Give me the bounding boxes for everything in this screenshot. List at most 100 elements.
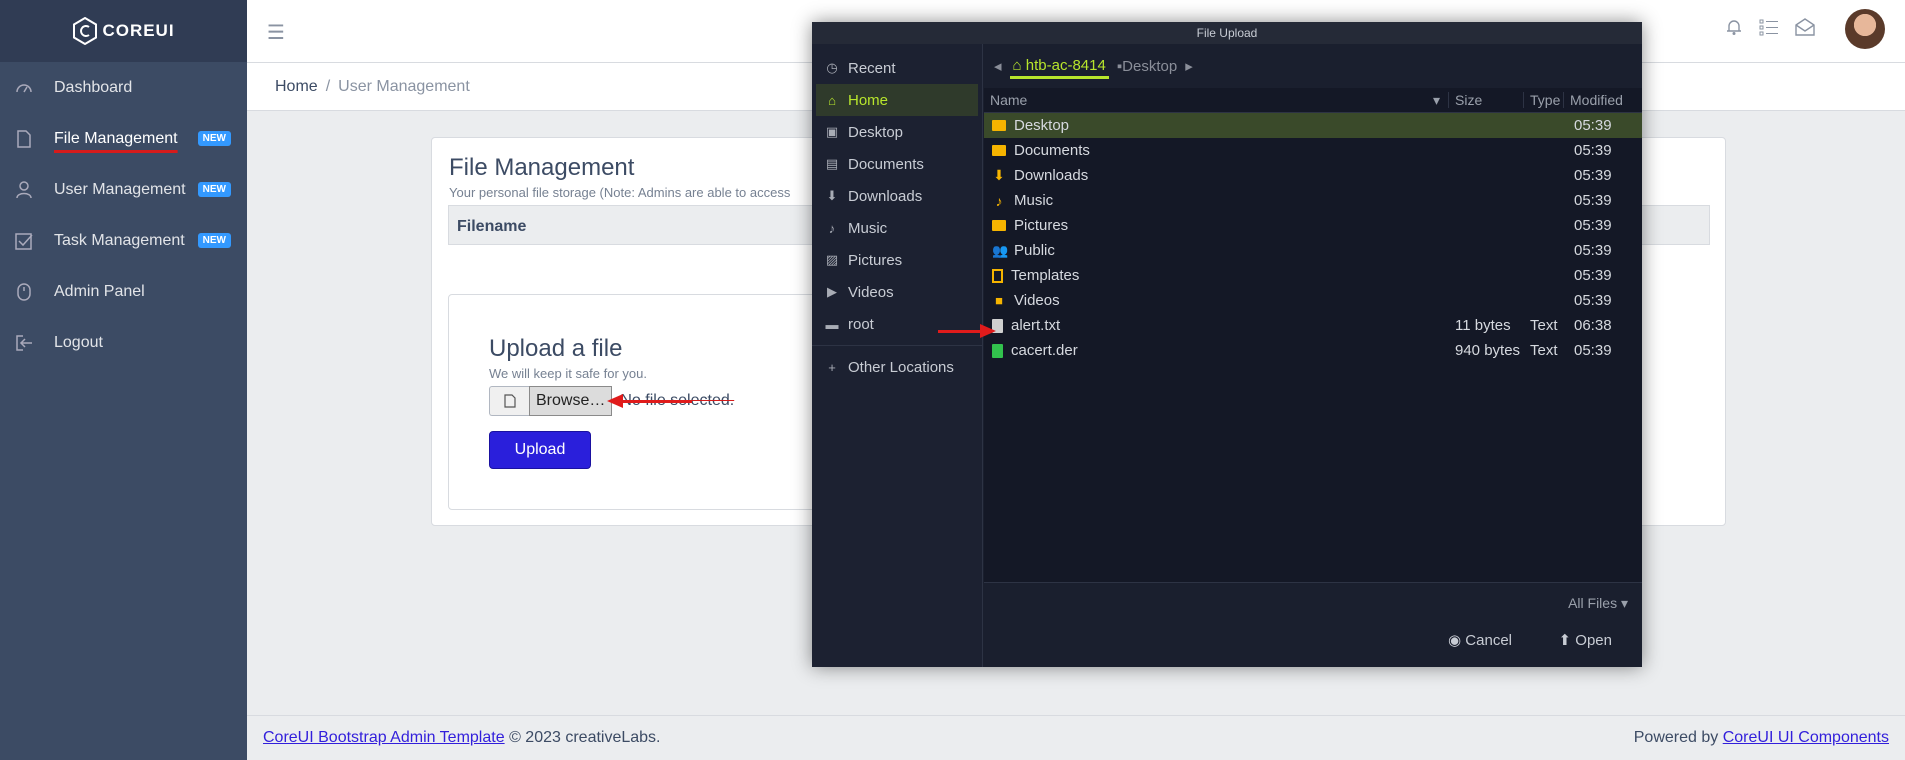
place-home[interactable]: ⌂ Home (816, 84, 978, 116)
file-modified: 05:39 (1574, 267, 1612, 284)
folder-icon (992, 120, 1006, 131)
path-bar: ◂ ⌂ htb-ac-8414 ▪Desktop ▸ (984, 44, 1642, 88)
avatar[interactable] (1845, 9, 1885, 49)
file-modified: 05:39 (1574, 342, 1612, 359)
path-segment-home[interactable]: ⌂ htb-ac-8414 (1009, 53, 1109, 79)
sort-down-icon: ▾ (1432, 92, 1440, 108)
place-label: Downloads (848, 187, 923, 205)
chevron-down-icon: ▾ (1620, 595, 1628, 611)
browse-button[interactable]: Browse… (529, 386, 613, 416)
video-icon: ▶ (827, 284, 837, 299)
place-music[interactable]: ♪ Music (812, 212, 982, 244)
place-label: root (848, 315, 874, 333)
breadcrumb-current: User Management (338, 77, 470, 95)
file-list-header: Name ▾ Size Type Modified (984, 88, 1642, 113)
file-name: alert.txt (1011, 317, 1061, 334)
sidebar-item-user-management[interactable]: User Management NEW (0, 164, 247, 215)
column-size[interactable]: Size (1449, 92, 1524, 108)
place-label: Documents (848, 155, 924, 173)
places-divider (812, 345, 982, 346)
new-badge: NEW (197, 131, 231, 146)
place-label: Pictures (848, 251, 903, 269)
download-icon: ⬇ (826, 188, 838, 203)
file-row[interactable]: ⬇ Downloads 05:39 (984, 163, 1642, 188)
sidebar-item-admin-panel[interactable]: Admin Panel (0, 266, 247, 317)
file-row[interactable]: Templates 05:39 (984, 263, 1642, 288)
file-modified: 05:39 (1574, 192, 1612, 209)
task-icon (14, 231, 34, 251)
file-modified: 05:39 (1574, 167, 1612, 184)
column-name[interactable]: Name ▾ (984, 92, 1449, 108)
open-label: Open (1575, 632, 1612, 649)
cancel-icon: ◉ (1448, 632, 1462, 649)
path-forward-icon[interactable]: ▸ (1185, 57, 1193, 75)
place-documents[interactable]: ▤ Documents (812, 148, 982, 180)
public-folder-icon: 👥 (992, 242, 1009, 258)
upload-button[interactable]: Upload (489, 431, 591, 469)
file-list: Name ▾ Size Type Modified Desktop 05:39 D… (984, 88, 1642, 582)
user-icon (14, 180, 34, 200)
place-label: Recent (848, 59, 896, 77)
file-row[interactable]: ■ Videos 05:39 (984, 288, 1642, 313)
page-title: File Management (449, 154, 635, 181)
breadcrumb-home[interactable]: Home (275, 78, 318, 96)
place-pictures[interactable]: ▨ Pictures (812, 244, 982, 276)
sidebar: COREUI Dashboard File Management NEW Use… (0, 0, 247, 760)
path-back-icon[interactable]: ◂ (994, 57, 1002, 75)
path-desktop-label: Desktop (1122, 57, 1178, 75)
open-button[interactable]: ⬆ Open (1559, 631, 1612, 649)
sidebar-item-label: File Management (54, 129, 178, 147)
folder-icon (992, 145, 1006, 156)
file-icon (14, 129, 34, 149)
file-row[interactable]: Desktop 05:39 (984, 113, 1642, 138)
pictures-folder-icon (992, 220, 1006, 231)
place-downloads[interactable]: ⬇ Downloads (812, 180, 982, 212)
file-name: Public (1014, 242, 1055, 259)
file-row[interactable]: cacert.der 940 bytes Text 05:39 (984, 338, 1642, 363)
bell-icon[interactable] (1725, 18, 1743, 41)
place-root[interactable]: ▬ root (812, 308, 982, 340)
place-recent[interactable]: ◷ Recent (812, 52, 982, 84)
file-row[interactable]: alert.txt 11 bytes Text 06:38 (984, 313, 1642, 338)
place-desktop[interactable]: ▣ Desktop (812, 116, 982, 148)
brand[interactable]: COREUI (0, 0, 247, 62)
mouse-icon (14, 282, 34, 302)
list-icon[interactable] (1759, 18, 1779, 41)
videos-folder-icon: ■ (995, 293, 1003, 308)
hamburger-icon[interactable]: ☰ (267, 20, 285, 45)
place-other-locations[interactable]: + Other Locations (812, 351, 982, 383)
upload-subtitle: We will keep it safe for you. (489, 366, 647, 381)
coreui-template-link[interactable]: CoreUI Bootstrap Admin Template (263, 729, 505, 746)
footer-copyright: © 2023 creativeLabs. (509, 729, 661, 746)
file-filter-select[interactable]: All Files ▾ (1568, 595, 1628, 612)
sidebar-item-logout[interactable]: Logout (0, 317, 247, 368)
place-videos[interactable]: ▶ Videos (812, 276, 982, 308)
cancel-button[interactable]: ◉ Cancel (1448, 631, 1512, 649)
brand-name: COREUI (102, 21, 175, 40)
file-row[interactable]: Documents 05:39 (984, 138, 1642, 163)
column-name-label: Name (990, 92, 1028, 108)
clock-icon: ◷ (826, 60, 838, 75)
file-modified: 06:38 (1574, 317, 1612, 334)
envelope-icon[interactable] (1795, 18, 1815, 41)
music-icon: ♪ (828, 220, 836, 236)
sidebar-item-label: Task Management (54, 231, 185, 249)
column-modified[interactable]: Modified (1564, 92, 1642, 108)
file-size: 940 bytes (1455, 342, 1521, 359)
file-size: 11 bytes (1455, 317, 1511, 334)
speedometer-icon (14, 78, 34, 98)
sidebar-item-dashboard[interactable]: Dashboard (0, 62, 247, 113)
download-folder-icon: ⬇ (993, 167, 1005, 183)
column-type[interactable]: Type (1524, 92, 1564, 108)
file-modified: 05:39 (1574, 292, 1612, 309)
file-name: Videos (1014, 292, 1060, 309)
file-row[interactable]: Pictures 05:39 (984, 213, 1642, 238)
templates-folder-icon (992, 268, 1003, 283)
path-segment-desktop[interactable]: ▪Desktop (1117, 58, 1177, 75)
file-upload-dialog: File Upload ◷ Recent ⌂ Home ▣ Desktop ▤ Docu… (812, 22, 1642, 667)
sidebar-item-file-management[interactable]: File Management NEW (0, 113, 247, 164)
coreui-components-link[interactable]: CoreUI UI Components (1723, 729, 1889, 746)
file-row[interactable]: ♪ Music 05:39 (984, 188, 1642, 213)
file-row[interactable]: 👥 Public 05:39 (984, 238, 1642, 263)
sidebar-item-task-management[interactable]: Task Management NEW (0, 215, 247, 266)
